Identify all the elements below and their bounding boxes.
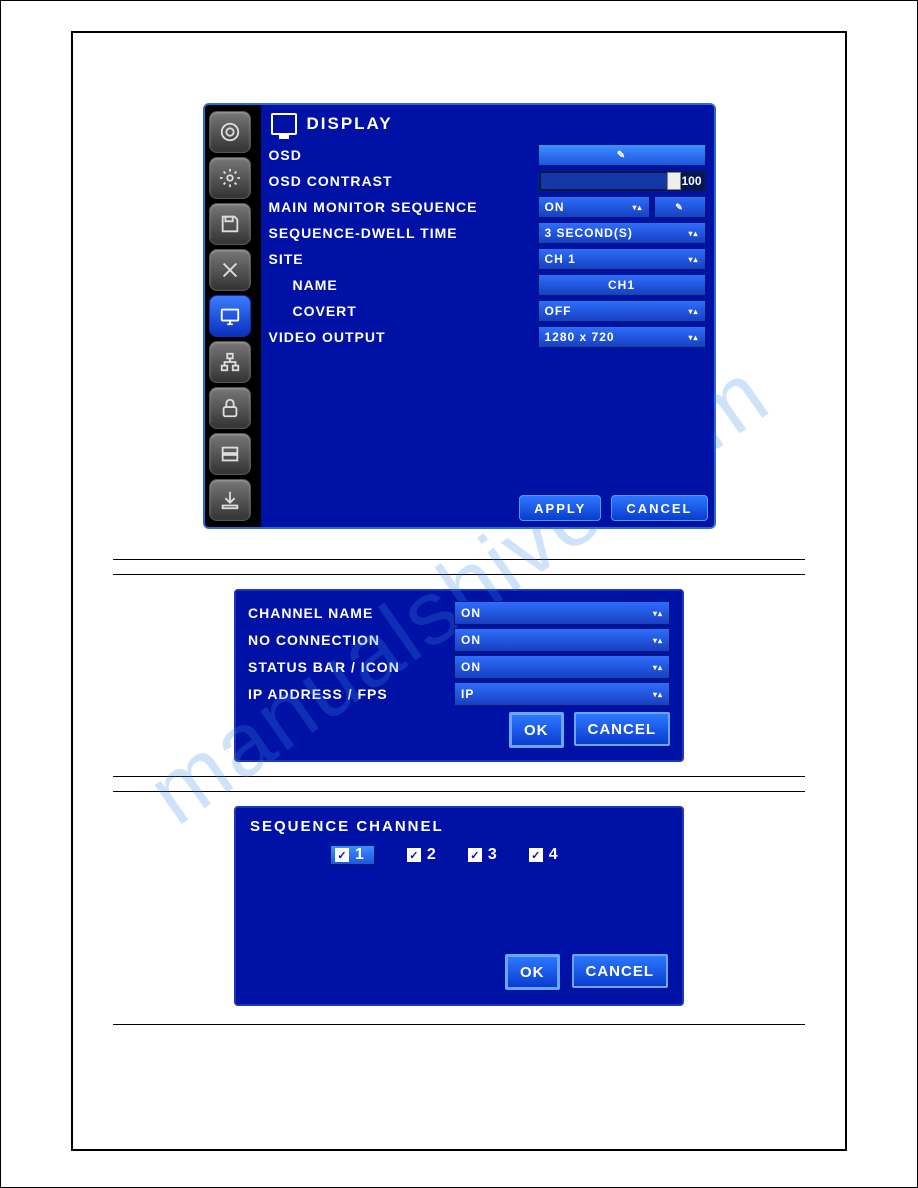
- apply-button[interactable]: APPLY: [519, 495, 601, 521]
- site-label: SITE: [269, 251, 538, 267]
- ip-fps-label: IP ADDRESS / FPS: [248, 686, 454, 702]
- status-bar-dropdown[interactable]: ON▾▴: [454, 655, 670, 679]
- contrast-value: 100: [681, 174, 701, 188]
- dwell-time-dropdown[interactable]: 3 SECOND(S)▾▴: [538, 222, 706, 244]
- ok-button[interactable]: OK: [509, 712, 564, 748]
- channel-name-label: CHANNEL NAME: [248, 605, 454, 621]
- name-field[interactable]: CH1: [538, 274, 706, 296]
- chevron-down-icon: ▾▴: [651, 629, 665, 651]
- sequence-channel-panel: SEQUENCE CHANNEL ✓1 ✓2 ✓3 ✓4 OK CANCEL: [234, 806, 684, 1006]
- display-settings-panel: DISPLAY OSD ✎ OSD CONTRAST 100 MAIN MONI…: [203, 103, 716, 529]
- edit-icon: ✎: [617, 150, 626, 161]
- chevron-down-icon: ▾▴: [631, 197, 645, 217]
- monitor-icon: [271, 113, 297, 135]
- divider: [113, 559, 805, 560]
- network-icon[interactable]: [209, 341, 251, 383]
- chevron-down-icon: ▾▴: [687, 327, 701, 347]
- osd-contrast-slider[interactable]: 100: [538, 170, 706, 192]
- display-icon[interactable]: [209, 295, 251, 337]
- settings-icon[interactable]: [209, 157, 251, 199]
- channel-1-checkbox[interactable]: ✓1: [330, 845, 375, 865]
- display-content: DISPLAY OSD ✎ OSD CONTRAST 100 MAIN MONI…: [261, 105, 714, 527]
- slider-handle[interactable]: [667, 172, 681, 190]
- osd-dropdown[interactable]: ✎: [538, 144, 706, 166]
- no-connection-label: NO CONNECTION: [248, 632, 454, 648]
- cancel-button[interactable]: CANCEL: [611, 495, 707, 521]
- dwell-time-label: SEQUENCE-DWELL TIME: [269, 225, 538, 241]
- channel-name-dropdown[interactable]: ON▾▴: [454, 601, 670, 625]
- checkmark-icon: ✓: [335, 848, 349, 862]
- ip-fps-dropdown[interactable]: IP▾▴: [454, 682, 670, 706]
- sequence-channel-title: SEQUENCE CHANNEL: [250, 818, 668, 835]
- chevron-down-icon: ▾▴: [651, 602, 665, 624]
- chevron-down-icon: ▾▴: [651, 656, 665, 678]
- covert-label: COVERT: [269, 303, 538, 319]
- main-sequence-edit[interactable]: ✎: [654, 196, 706, 218]
- osd-options-panel: CHANNEL NAME ON▾▴ NO CONNECTION ON▾▴ STA…: [234, 589, 684, 762]
- divider: [113, 791, 805, 792]
- divider: [113, 1024, 805, 1025]
- cancel-button[interactable]: CANCEL: [574, 712, 671, 746]
- divider: [113, 776, 805, 777]
- checkmark-icon: ✓: [529, 848, 543, 862]
- cancel-button[interactable]: CANCEL: [572, 954, 669, 988]
- camera-icon[interactable]: [209, 111, 251, 153]
- osd-label: OSD: [269, 147, 538, 163]
- ok-button[interactable]: OK: [505, 954, 560, 990]
- lock-icon[interactable]: [209, 387, 251, 429]
- channel-2-checkbox[interactable]: ✓2: [407, 845, 436, 865]
- status-bar-label: STATUS BAR / ICON: [248, 659, 454, 675]
- channel-4-checkbox[interactable]: ✓4: [529, 845, 558, 865]
- checkmark-icon: ✓: [407, 848, 421, 862]
- panel-header: DISPLAY: [261, 105, 714, 139]
- chevron-down-icon: ▾▴: [687, 301, 701, 321]
- chevron-down-icon: ▾▴: [687, 223, 701, 243]
- save-icon[interactable]: [209, 203, 251, 245]
- download-icon[interactable]: [209, 479, 251, 521]
- edit-icon: ✎: [675, 202, 684, 213]
- sidebar: [205, 105, 261, 527]
- divider: [113, 574, 805, 575]
- name-label: NAME: [269, 277, 538, 293]
- site-dropdown[interactable]: CH 1▾▴: [538, 248, 706, 270]
- checkmark-icon: ✓: [468, 848, 482, 862]
- tools-icon[interactable]: [209, 249, 251, 291]
- chevron-down-icon: ▾▴: [687, 249, 701, 269]
- main-sequence-label: MAIN MONITOR SEQUENCE: [269, 199, 538, 215]
- video-output-dropdown[interactable]: 1280 x 720▾▴: [538, 326, 706, 348]
- video-output-label: VIDEO OUTPUT: [269, 329, 538, 345]
- panel-title: DISPLAY: [307, 114, 393, 134]
- covert-dropdown[interactable]: OFF▾▴: [538, 300, 706, 322]
- chevron-down-icon: ▾▴: [651, 683, 665, 705]
- osd-contrast-label: OSD CONTRAST: [269, 173, 538, 189]
- main-sequence-dropdown[interactable]: ON▾▴: [538, 196, 650, 218]
- no-connection-dropdown[interactable]: ON▾▴: [454, 628, 670, 652]
- channel-3-checkbox[interactable]: ✓3: [468, 845, 497, 865]
- drive-icon[interactable]: [209, 433, 251, 475]
